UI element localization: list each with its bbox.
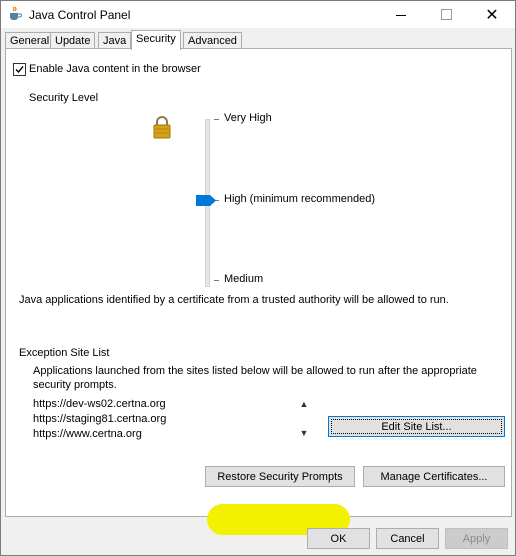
tab-update[interactable]: Update	[50, 32, 96, 49]
cancel-button[interactable]: Cancel	[376, 528, 439, 549]
apply-button[interactable]: Apply	[445, 528, 508, 549]
title-bar[interactable]: Java Control Panel ✕	[1, 1, 515, 28]
list-item[interactable]: https://staging81.certna.org	[31, 412, 311, 427]
restore-security-prompts-button[interactable]: Restore Security Prompts	[205, 466, 355, 487]
site-list-scrollbar[interactable]: ▲ ▼	[298, 397, 310, 441]
minimize-icon	[396, 15, 406, 16]
tab-general[interactable]: General	[5, 32, 55, 49]
maximize-button[interactable]	[423, 1, 469, 28]
scroll-up-icon[interactable]: ▲	[298, 399, 310, 409]
level-description: Java applications identified by a certif…	[19, 294, 449, 306]
security-level-heading: Security Level	[29, 92, 99, 104]
slider-tick-very-high	[214, 119, 219, 120]
tab-security[interactable]: Security	[131, 30, 181, 50]
minimize-button[interactable]	[377, 1, 423, 28]
lock-icon	[153, 116, 171, 139]
maximize-icon	[441, 9, 452, 20]
close-button[interactable]: ✕	[469, 1, 515, 28]
slider-tick-medium	[214, 280, 219, 281]
exception-site-list[interactable]: https://dev-ws02.certna.org https://stag…	[31, 397, 311, 441]
exception-description-line1: Applications launched from the sites lis…	[33, 365, 477, 377]
window-title: Java Control Panel	[29, 8, 131, 22]
edit-site-list-button[interactable]: Edit Site List...	[328, 416, 505, 437]
level-very-high-label: Very High	[224, 112, 272, 124]
tab-java[interactable]: Java	[98, 32, 132, 49]
list-item[interactable]: https://dev-ws02.certna.org	[31, 397, 311, 412]
list-item[interactable]: https://www.certna.org	[31, 427, 311, 442]
level-medium-label: Medium	[224, 273, 264, 285]
edit-site-list-label: Edit Site List...	[331, 419, 502, 434]
slider-thumb[interactable]	[196, 195, 216, 206]
java-control-panel-window: Java Control Panel ✕ General Update Java…	[0, 0, 516, 556]
exception-description-line2: security prompts.	[33, 379, 117, 391]
exception-site-list-heading: Exception Site List	[19, 347, 110, 359]
enable-java-checkbox[interactable]	[13, 63, 26, 76]
enable-java-label: Enable Java content in the browser	[29, 63, 201, 75]
java-cup-icon	[10, 6, 22, 20]
ok-button[interactable]: OK	[307, 528, 370, 549]
close-icon: ✕	[485, 7, 499, 24]
checkmark-icon	[15, 66, 24, 74]
manage-certificates-button[interactable]: Manage Certificates...	[363, 466, 505, 487]
level-high-label: High (minimum recommended)	[224, 193, 375, 205]
tab-advanced[interactable]: Advanced	[183, 32, 242, 49]
scroll-down-icon[interactable]: ▼	[298, 428, 310, 438]
security-panel: Enable Java content in the browser Secur…	[5, 48, 512, 535]
